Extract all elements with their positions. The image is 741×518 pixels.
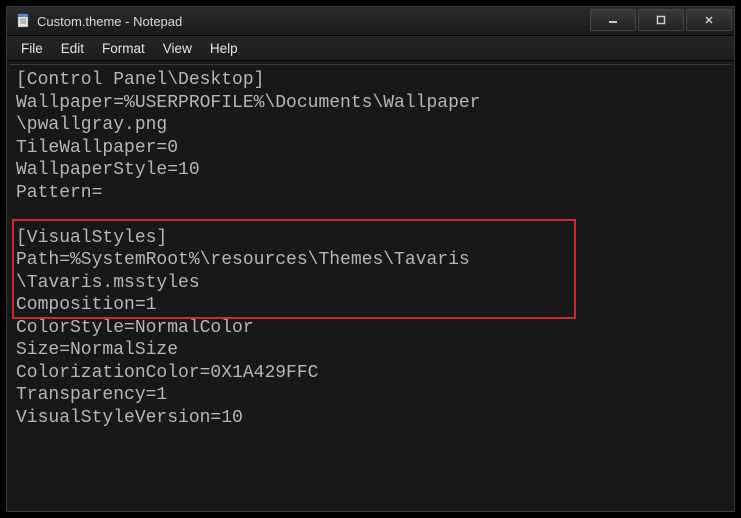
titlebar[interactable]: Custom.theme - Notepad	[7, 7, 734, 36]
menu-edit[interactable]: Edit	[53, 39, 94, 58]
editor-area: [Control Panel\Desktop] Wallpaper=%USERP…	[10, 64, 731, 508]
menu-help[interactable]: Help	[202, 39, 248, 58]
menu-format[interactable]: Format	[94, 39, 155, 58]
notepad-icon	[15, 13, 31, 29]
window-title: Custom.theme - Notepad	[37, 14, 588, 29]
window-controls	[588, 7, 732, 35]
close-button[interactable]	[686, 9, 732, 31]
menubar: File Edit Format View Help	[7, 36, 734, 61]
notepad-window: Custom.theme - Notepad File Edit Format …	[6, 6, 735, 512]
text-editor[interactable]: [Control Panel\Desktop] Wallpaper=%USERP…	[16, 69, 727, 504]
minimize-button[interactable]	[590, 9, 636, 31]
maximize-button[interactable]	[638, 9, 684, 31]
menu-view[interactable]: View	[155, 39, 202, 58]
menu-file[interactable]: File	[13, 39, 53, 58]
